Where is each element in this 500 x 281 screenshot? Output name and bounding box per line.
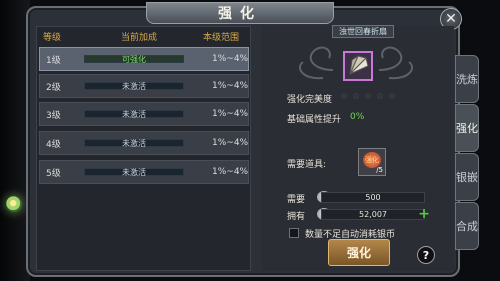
row-level: 2级 (46, 82, 61, 93)
have-value: 52,007 (321, 209, 425, 220)
level-row-1[interactable]: 1级 可强化 1%~4% (39, 47, 249, 71)
row-bonus: 可强化 (84, 55, 184, 64)
row-range: 1%~4% (212, 109, 249, 119)
list-header: 等级 当前加成 本级范围 (37, 27, 250, 45)
level-list: 等级 当前加成 本级范围 1级 可强化 1%~4% 2级 未激活 1%~4% 3… (36, 26, 251, 271)
star-icon: ★ (388, 92, 397, 102)
level-row-4[interactable]: 4级 未激活 1%~4% (39, 131, 249, 155)
need-value: 500 (321, 192, 425, 203)
fan-item-slot[interactable] (343, 51, 373, 81)
base-attr-value: 0% (350, 112, 365, 122)
title-banner: 强化 (146, 2, 334, 24)
fan-icon (349, 54, 369, 75)
tab-combine[interactable]: 合成 (455, 202, 479, 250)
level-row-2[interactable]: 2级 未激活 1%~4% (39, 74, 249, 98)
auto-spend-checkbox[interactable] (289, 228, 299, 238)
level-row-3[interactable]: 3级 未激活 1%~4% (39, 102, 249, 126)
row-level: 3级 (46, 110, 61, 121)
row-bonus: 未激活 (84, 110, 184, 119)
required-count: /5 (376, 166, 383, 174)
perfection-stars: ★ ★ ★ ★ ★ (340, 93, 397, 102)
item-name-label: 浊世回春折扇 (332, 25, 394, 38)
need-label: 需要 (287, 195, 306, 205)
star-icon: ★ (364, 92, 373, 102)
level-row-5[interactable]: 5级 未激活 1%~4% (39, 160, 249, 184)
row-bonus: 未激活 (84, 82, 184, 91)
row-level: 1级 (46, 55, 61, 66)
header-level: 等级 (43, 32, 62, 43)
row-bonus: 未激活 (84, 168, 184, 177)
row-range: 1%~4% (212, 167, 249, 177)
panel-title: 强化 (218, 6, 262, 22)
star-icon: ★ (352, 92, 361, 102)
required-item-slot[interactable]: 强化 /5 (358, 148, 386, 176)
perfection-label: 强化完美度 (287, 95, 333, 105)
enhance-button[interactable]: 强化 (328, 239, 390, 266)
row-range: 1%~4% (212, 138, 249, 148)
add-currency-button[interactable]: + (418, 207, 430, 221)
star-icon: ★ (340, 92, 349, 102)
row-range: 1%~4% (212, 81, 249, 91)
tab-refine[interactable]: 洗炼 (455, 55, 479, 103)
row-level: 5级 (46, 168, 61, 179)
row-bonus: 未激活 (84, 139, 184, 148)
row-level: 4级 (46, 139, 61, 150)
required-item-label: 需要道具: (287, 160, 327, 170)
have-label: 拥有 (287, 212, 306, 222)
header-bonus: 当前加成 (121, 32, 158, 43)
tab-inlay[interactable]: 银嵌 (455, 153, 479, 201)
help-button[interactable]: ? (417, 246, 435, 264)
star-icon: ★ (376, 92, 385, 102)
row-range: 1%~4% (212, 54, 249, 64)
base-attr-label: 基础属性提升 (287, 115, 342, 125)
header-range: 本级范围 (203, 32, 240, 43)
tab-enhance[interactable]: 强化 (455, 104, 479, 152)
glow-leaf-icon (6, 196, 22, 212)
